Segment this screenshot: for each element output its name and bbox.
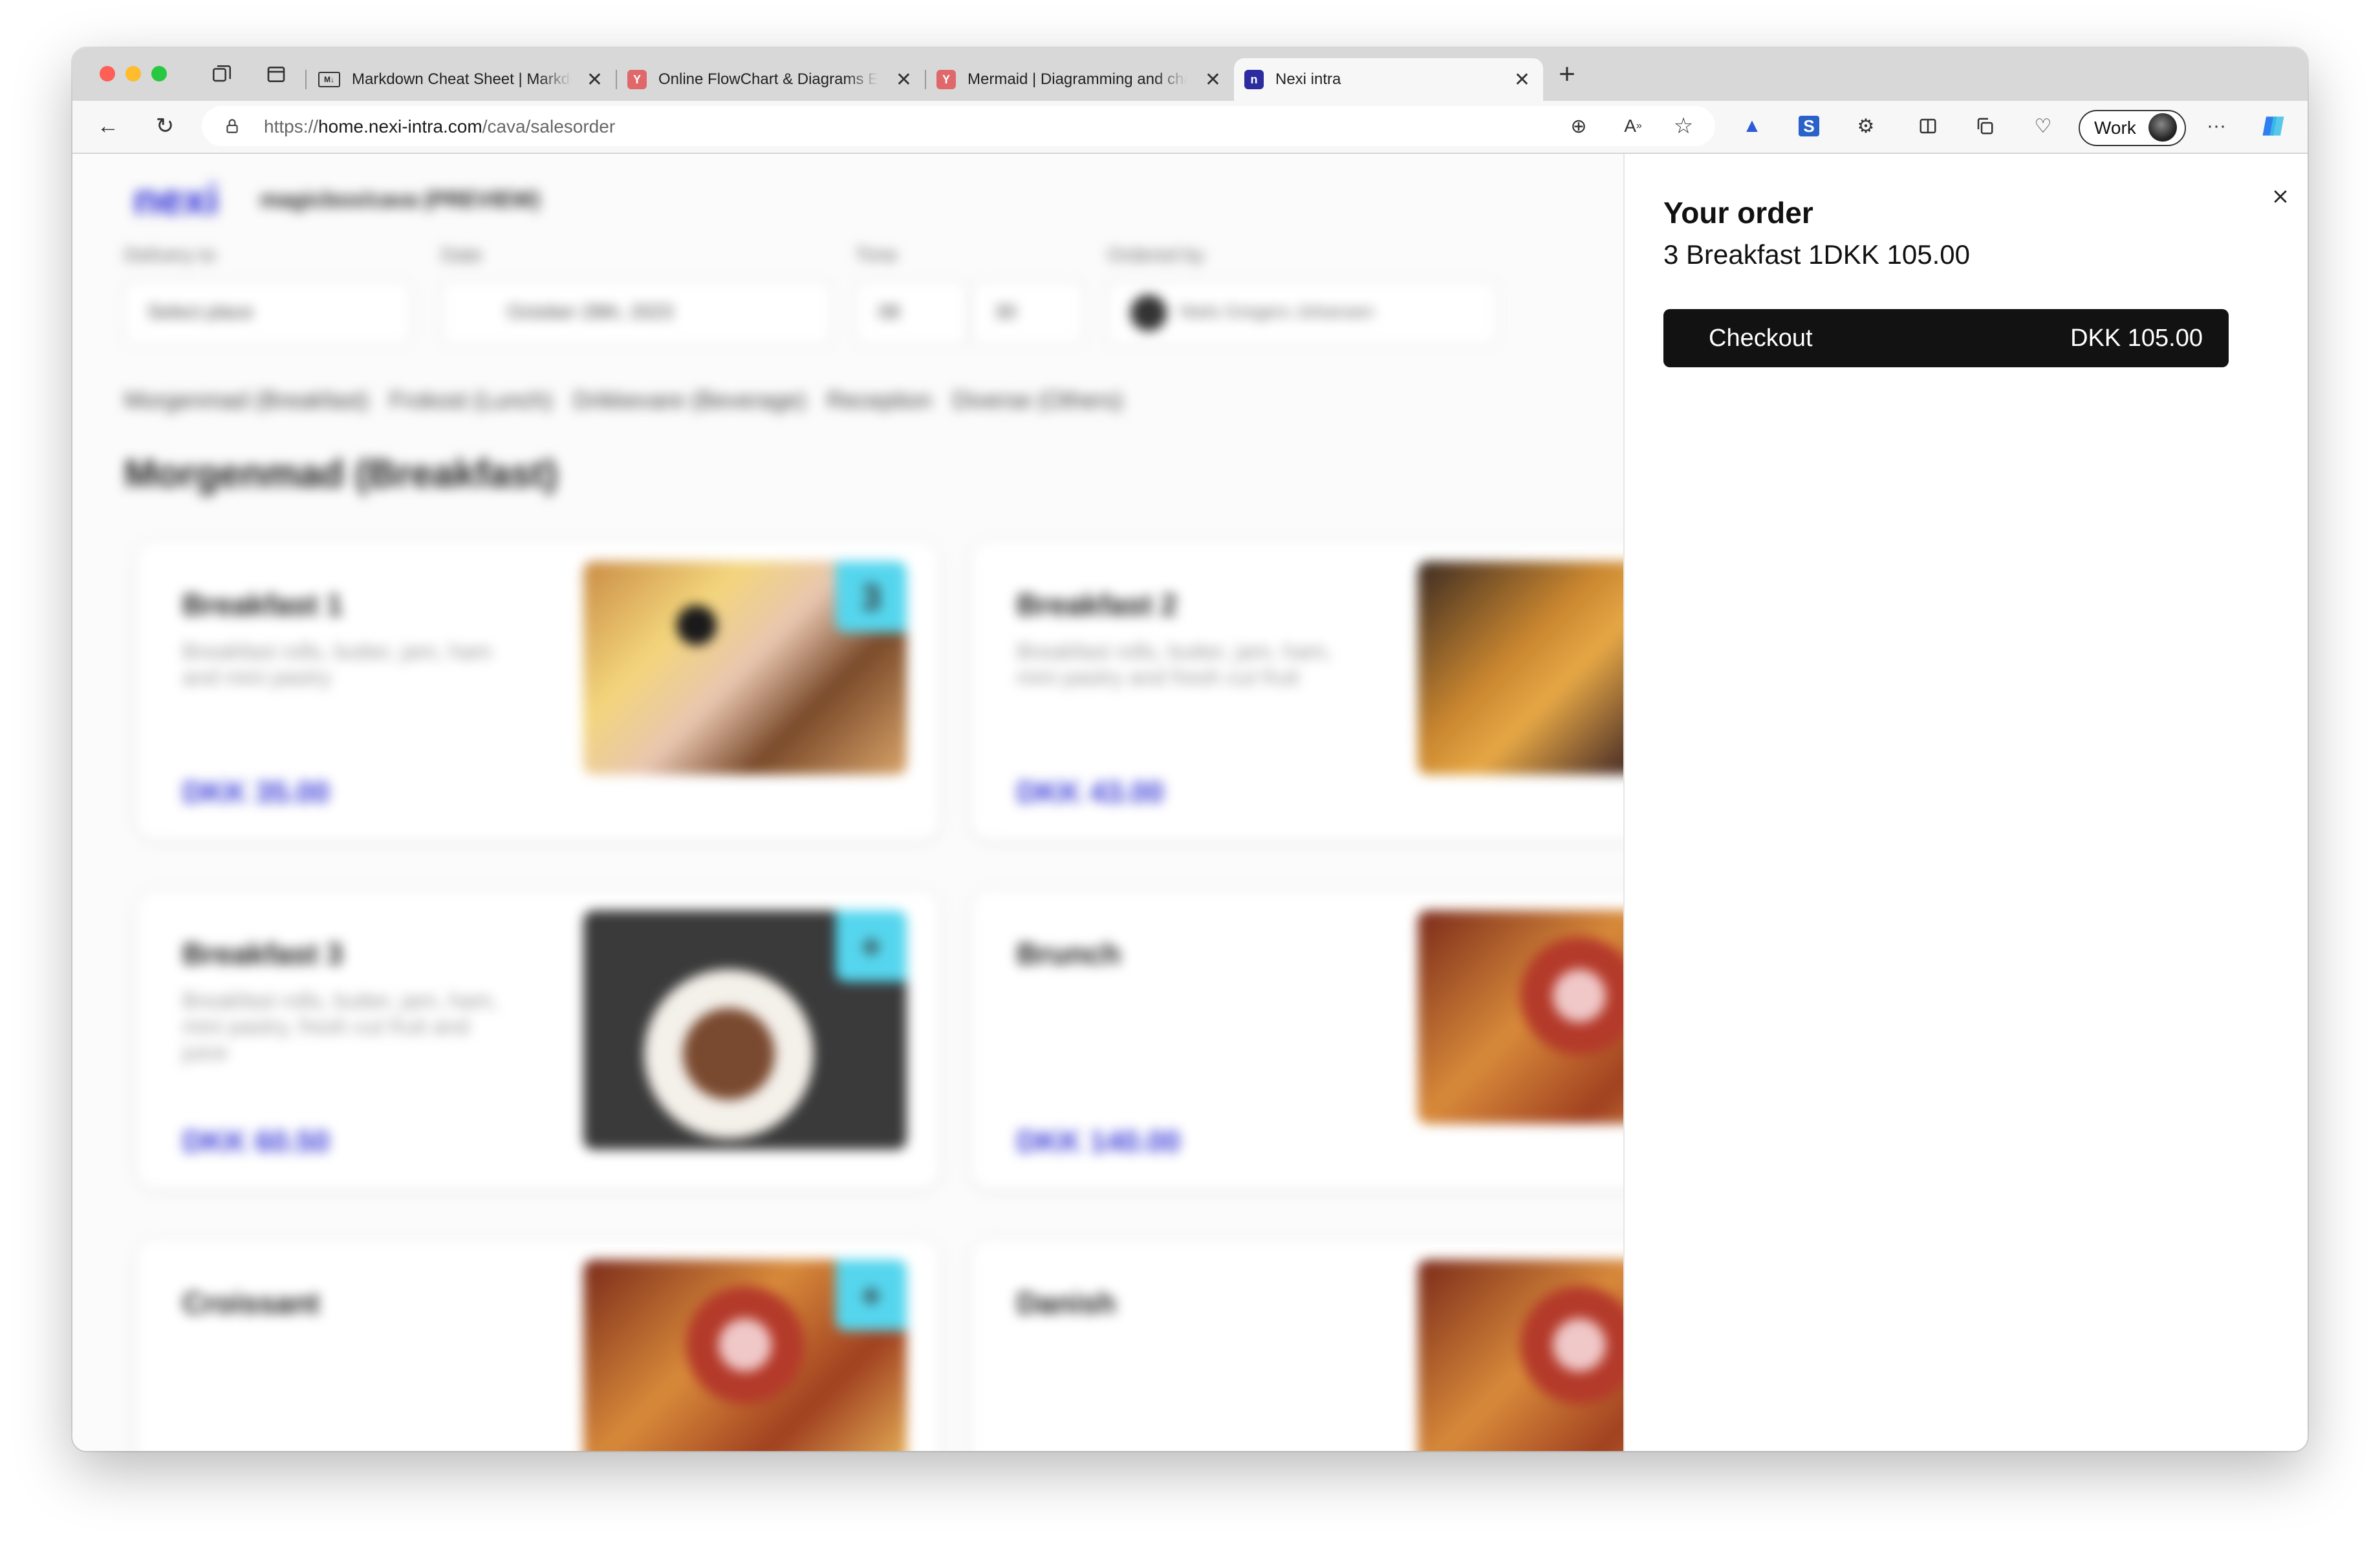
mermaid-icon: Y xyxy=(627,70,647,89)
zoom-icon[interactable]: ⊕ xyxy=(1563,110,1595,142)
close-tab-icon[interactable]: ✕ xyxy=(896,69,912,91)
reload-icon[interactable]: ↻ xyxy=(149,110,181,142)
product-card[interactable]: Breakfast 3 Breakfast rolls, butter, jam… xyxy=(137,891,939,1188)
app-title: magicbox/cava (PREVIEW) xyxy=(260,188,540,212)
read-aloud-icon[interactable]: A» xyxy=(1617,110,1649,142)
close-icon[interactable] xyxy=(2260,176,2301,217)
tab-flowchart[interactable]: Y Online FlowChart & Diagrams Editor ✕ xyxy=(627,58,925,101)
minimize-window-button[interactable] xyxy=(125,66,141,81)
checkout-button[interactable]: Checkout DKK 105.00 xyxy=(1663,309,2229,367)
product-card[interactable]: Danish xyxy=(971,1240,1623,1451)
product-image: 3 xyxy=(583,561,907,775)
avatar xyxy=(1130,295,1167,331)
extensions-puzzle-icon[interactable]: ⚙ xyxy=(1850,110,1882,142)
time-hour-select[interactable]: 08 xyxy=(855,281,968,345)
category-tab[interactable]: Reception xyxy=(827,387,931,414)
product-image: + xyxy=(583,1260,907,1451)
more-menu-icon[interactable]: ··· xyxy=(2200,110,2233,142)
tab-actions-icon[interactable] xyxy=(260,58,292,91)
extension-s-icon[interactable]: S xyxy=(1793,110,1825,142)
product-card[interactable]: Breakfast 2 Breakfast rolls, butter, jam… xyxy=(971,542,1623,839)
page-content: nexi magicbox/cava (PREVIEW) Delivery to… xyxy=(72,154,1623,1451)
lock-icon[interactable] xyxy=(216,110,248,142)
avatar xyxy=(2148,113,2177,142)
new-tab-button[interactable]: + xyxy=(1551,58,1583,91)
zoom-window-button[interactable] xyxy=(151,66,167,81)
checkout-total: DKK 105.00 xyxy=(2070,324,2203,352)
tab-mermaid[interactable]: Y Mermaid | Diagramming and charting too… xyxy=(936,58,1234,101)
close-tab-icon[interactable]: ✕ xyxy=(587,69,603,91)
browser-toolbar: ← ↻ https://home.nexi-intra.com/cava/sal… xyxy=(72,101,2308,154)
mermaid-icon: Y xyxy=(936,70,956,89)
browser-essentials-icon[interactable]: ♡ xyxy=(2027,110,2059,142)
tab-strip: M↓ Markdown Cheat Sheet | Markdown Guide… xyxy=(72,48,2308,101)
order-line-item: 3 Breakfast 1DKK 105.00 xyxy=(1663,239,1970,270)
order-title: Your order xyxy=(1663,196,1813,230)
markdown-icon: M↓ xyxy=(318,72,340,87)
nexi-logo: nexi xyxy=(133,175,219,223)
nexi-icon: n xyxy=(1244,70,1264,89)
category-tab[interactable]: Drikkevare (Beverage) xyxy=(573,387,806,414)
ordered-by-select[interactable]: Niels Gregers Johansen xyxy=(1107,281,1498,345)
product-image xyxy=(1418,561,1623,775)
collections-icon[interactable] xyxy=(1969,110,2001,142)
workspaces-icon[interactable] xyxy=(206,58,238,91)
profile-button[interactable]: Work xyxy=(2079,110,2186,146)
ordered-by-label: Ordered by xyxy=(1107,244,1205,266)
address-bar[interactable]: https://home.nexi-intra.com/cava/salesor… xyxy=(202,106,1715,146)
product-card[interactable]: Brunch DKK 140.00 xyxy=(971,891,1623,1188)
extension-triangle-icon[interactable]: ▲ xyxy=(1736,110,1768,142)
time-minute-select[interactable]: 30 xyxy=(971,281,1084,345)
product-image xyxy=(1418,1260,1623,1451)
product-card[interactable]: Breakfast 1 Breakfast rolls, butter, jam… xyxy=(137,542,939,839)
close-tab-icon[interactable]: ✕ xyxy=(1205,69,1221,91)
url-text[interactable]: https://home.nexi-intra.com/cava/salesor… xyxy=(264,116,615,137)
time-label: Time xyxy=(855,244,898,266)
category-tab[interactable]: Morgenmad (Breakfast) xyxy=(124,387,369,414)
add-button[interactable]: + xyxy=(836,1260,907,1331)
checkout-label: Checkout xyxy=(1709,324,1813,352)
copilot-icon[interactable] xyxy=(2257,110,2289,142)
category-tab[interactable]: Frokost (Lunch) xyxy=(389,387,552,414)
browser-window: M↓ Markdown Cheat Sheet | Markdown Guide… xyxy=(72,48,2308,1451)
date-picker[interactable]: October 28th, 2023 xyxy=(441,281,832,345)
order-drawer: Your order 3 Breakfast 1DKK 105.00 Check… xyxy=(1623,154,2308,1451)
split-screen-icon[interactable] xyxy=(1912,110,1944,142)
category-tabs: Morgenmad (Breakfast) Frokost (Lunch) Dr… xyxy=(124,387,1123,414)
section-title: Morgenmad (Breakfast) xyxy=(124,452,558,495)
category-tab[interactable]: Diverse (Others) xyxy=(952,387,1123,414)
date-label: Date xyxy=(441,244,482,266)
tab-markdown[interactable]: M↓ Markdown Cheat Sheet | Markdown Guide… xyxy=(318,58,616,101)
quantity-badge[interactable]: 3 xyxy=(836,561,907,632)
delivery-select[interactable]: Select place xyxy=(124,281,411,345)
delivery-label: Delivery to xyxy=(124,244,216,266)
product-card[interactable]: Croissant + xyxy=(137,1240,939,1451)
close-tab-icon[interactable]: ✕ xyxy=(1514,69,1530,91)
add-button[interactable]: + xyxy=(836,910,907,982)
product-image: + xyxy=(583,910,907,1150)
close-window-button[interactable] xyxy=(100,66,115,81)
tab-nexi-intra[interactable]: n Nexi intra ✕ xyxy=(1234,58,1543,101)
product-image xyxy=(1418,910,1623,1124)
favorite-star-icon[interactable]: ☆ xyxy=(1667,110,1700,142)
back-icon[interactable]: ← xyxy=(92,110,124,142)
